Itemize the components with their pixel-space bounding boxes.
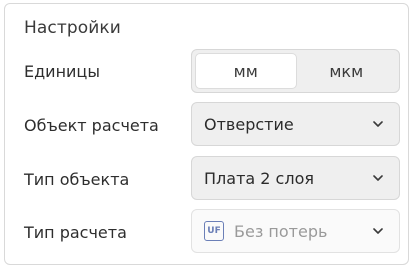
- calc-type-value: Без потерь: [234, 221, 328, 241]
- object-type-select[interactable]: Плата 2 слоя: [191, 156, 400, 200]
- unit-um-option[interactable]: мкм: [297, 53, 397, 89]
- units-label: Единицы: [24, 62, 100, 81]
- calc-type-select[interactable]: UF Без потерь: [191, 209, 400, 253]
- object-type-label: Тип объекта: [24, 170, 130, 189]
- panel-title: Настройки: [24, 18, 121, 38]
- calc-object-label: Объект расчета: [24, 116, 159, 135]
- uf-icon: UF: [204, 221, 224, 241]
- chevron-down-icon: [373, 228, 383, 234]
- calc-type-label: Тип расчета: [24, 223, 127, 242]
- chevron-down-icon: [373, 121, 383, 127]
- calc-object-value: Отверстие: [204, 114, 294, 134]
- units-toggle: мм мкм: [191, 49, 400, 93]
- chevron-down-icon: [373, 175, 383, 181]
- calc-object-select[interactable]: Отверстие: [191, 102, 400, 146]
- unit-mm-option[interactable]: мм: [195, 53, 297, 89]
- object-type-value: Плата 2 слоя: [204, 168, 314, 188]
- settings-panel: Настройки Единицы мм мкм Объект расчета …: [4, 3, 409, 265]
